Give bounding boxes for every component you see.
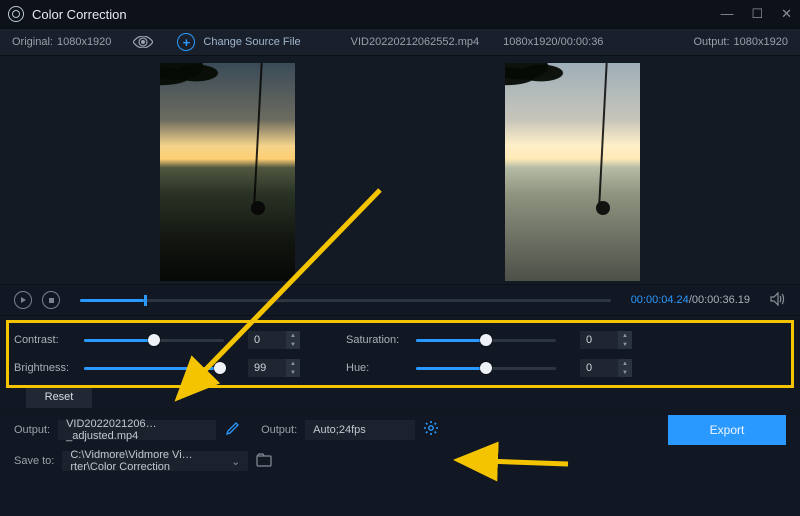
source-filename: VID20220212062552.mp4 — [351, 36, 479, 48]
reset-button[interactable]: Reset — [26, 386, 92, 408]
info-bar: Original: 1080x1920 + Change Source File… — [0, 28, 800, 56]
chevron-down-icon[interactable]: ⌄ — [231, 455, 240, 468]
output-file-field[interactable]: VID2022021206…_adjusted.mp4 — [58, 420, 216, 440]
total-time: 00:00:36.19 — [692, 294, 750, 306]
playback-time: 00:00:04.24/00:00:36.19 — [631, 294, 750, 306]
original-label: Original: — [12, 36, 53, 48]
saturation-step-up[interactable]: ▲ — [618, 331, 632, 340]
maximize-button[interactable]: ☐ — [751, 6, 763, 22]
settings-icon[interactable] — [423, 420, 439, 439]
app-icon — [8, 6, 24, 22]
source-dim-duration: 1080x1920/00:00:36 — [503, 36, 603, 48]
save-to-label: Save to: — [14, 455, 54, 467]
browse-folder-icon[interactable] — [256, 453, 272, 470]
hue-step-up[interactable]: ▲ — [618, 359, 632, 368]
saturation-value[interactable]: 0 — [580, 331, 618, 349]
output-preview — [505, 63, 640, 281]
change-source-file[interactable]: Change Source File — [203, 36, 300, 48]
footer-save-row: Save to: C:\Vidmore\Vidmore Vi…rter\Colo… — [0, 444, 800, 478]
save-to-field[interactable]: C:\Vidmore\Vidmore Vi…rter\Color Correct… — [62, 451, 248, 471]
volume-icon[interactable] — [770, 292, 786, 309]
output-file-label: Output: — [14, 424, 50, 436]
brightness-label: Brightness: — [14, 362, 76, 374]
saturation-step-down[interactable]: ▼ — [618, 340, 632, 349]
output-label: Output: — [693, 36, 729, 48]
rename-icon[interactable] — [226, 422, 239, 438]
hue-step-down[interactable]: ▼ — [618, 368, 632, 377]
original-dimensions: 1080x1920 — [57, 36, 111, 48]
close-button[interactable]: ✕ — [781, 6, 792, 22]
export-button[interactable]: Export — [668, 415, 786, 445]
arrow-annotation-1 — [150, 180, 410, 420]
window-controls: — ☐ ✕ — [720, 6, 792, 22]
contrast-label: Contrast: — [14, 334, 76, 346]
stop-button[interactable] — [42, 291, 60, 309]
window-title: Color Correction — [32, 7, 127, 22]
preview-toggle-icon[interactable] — [133, 36, 153, 48]
play-button[interactable] — [14, 291, 32, 309]
output-dimensions: 1080x1920 — [734, 36, 788, 48]
hue-value[interactable]: 0 — [580, 359, 618, 377]
add-source-button[interactable]: + — [177, 33, 195, 51]
output-format-label: Output: — [261, 424, 297, 436]
arrow-annotation-2 — [450, 452, 580, 472]
title-bar: Color Correction — ☐ ✕ — [0, 0, 800, 28]
saturation-slider[interactable] — [416, 339, 556, 342]
current-time: 00:00:04.24 — [631, 294, 689, 306]
hue-slider[interactable] — [416, 367, 556, 370]
minimize-button[interactable]: — — [720, 6, 733, 22]
output-format-field[interactable]: Auto;24fps — [305, 420, 415, 440]
